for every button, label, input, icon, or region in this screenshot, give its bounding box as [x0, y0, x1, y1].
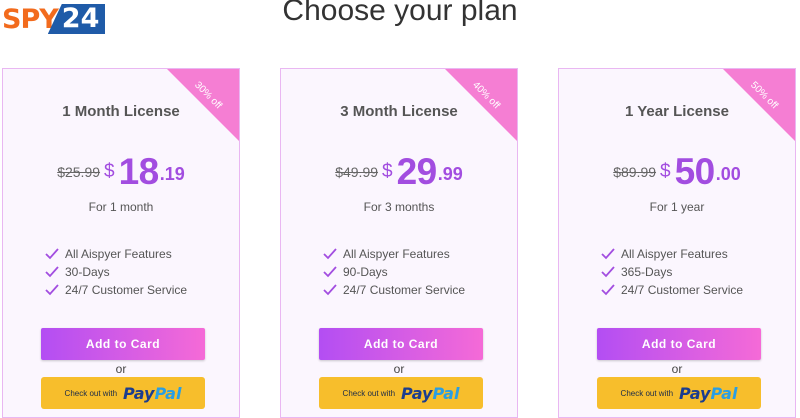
- add-to-card-button[interactable]: Add to Card: [41, 328, 205, 360]
- paypal-logo-pay: Pay: [123, 383, 155, 403]
- plan-title: 1 Month License: [62, 103, 180, 120]
- feature-label: 24/7 Customer Service: [65, 283, 188, 297]
- paypal-prefix: Check out with: [342, 388, 396, 398]
- currency-symbol: $: [104, 161, 115, 182]
- feature-label: 365-Days: [621, 265, 673, 279]
- or-separator: or: [671, 362, 683, 376]
- check-icon: [601, 248, 615, 260]
- feature-label: All Aispyer Features: [621, 247, 728, 261]
- paypal-logo-pal: Pal: [710, 383, 738, 403]
- feature-list: All Aispyer Features 30-Days 24/7 Custom…: [45, 245, 187, 299]
- check-icon: [601, 284, 615, 296]
- feature-list: All Aispyer Features 90-Days 24/7 Custom…: [323, 245, 465, 299]
- paypal-checkout-button[interactable]: Check out with PayPal: [319, 377, 483, 409]
- feature-item: 24/7 Customer Service: [601, 281, 743, 299]
- plan-period: For 3 months: [363, 200, 435, 214]
- feature-item: 365-Days: [601, 263, 743, 281]
- check-icon: [323, 248, 337, 260]
- or-separator: or: [393, 362, 405, 376]
- page-title: Choose your plan: [282, 0, 518, 27]
- feature-label: 24/7 Customer Service: [343, 283, 466, 297]
- feature-item: 30-Days: [45, 263, 187, 281]
- feature-label: All Aispyer Features: [343, 247, 450, 261]
- plan-card-3-month: 40% off 3 Month License $49.99 $29.99 For…: [280, 68, 518, 418]
- paypal-checkout-button[interactable]: Check out with PayPal: [41, 377, 205, 409]
- check-icon: [45, 284, 59, 296]
- paypal-prefix: Check out with: [64, 388, 118, 398]
- price-cents: .00: [715, 164, 741, 185]
- feature-item: All Aispyer Features: [601, 245, 743, 263]
- plan-card-1-year: 50% off 1 Year License $89.99 $50.00 For …: [558, 68, 796, 418]
- old-price: $25.99: [57, 164, 101, 180]
- feature-label: All Aispyer Features: [65, 247, 172, 261]
- price-row: $89.99 $50.00: [559, 151, 795, 193]
- price-main: 29: [396, 151, 438, 192]
- price-row: $49.99 $29.99: [281, 151, 517, 193]
- check-icon: [45, 266, 59, 278]
- plan-card-1-month: 30% off 1 Month License $25.99 $18.19 For…: [2, 68, 240, 418]
- price-row: $25.99 $18.19: [3, 151, 239, 193]
- currency-symbol: $: [660, 161, 671, 182]
- old-price: $89.99: [613, 164, 657, 180]
- currency-symbol: $: [382, 161, 393, 182]
- old-price: $49.99: [335, 164, 379, 180]
- paypal-logo-pay: Pay: [401, 383, 433, 403]
- check-icon: [601, 266, 615, 278]
- feature-item: 24/7 Customer Service: [45, 281, 187, 299]
- paypal-prefix: Check out with: [620, 388, 674, 398]
- paypal-logo: PayPal: [123, 384, 181, 403]
- price-main: 18: [118, 151, 160, 192]
- plan-period: For 1 year: [649, 200, 705, 214]
- feature-item: All Aispyer Features: [45, 245, 187, 263]
- plan-title: 3 Month License: [340, 103, 458, 120]
- or-separator: or: [115, 362, 127, 376]
- feature-item: 24/7 Customer Service: [323, 281, 465, 299]
- price-cents: .99: [437, 164, 463, 185]
- feature-label: 30-Days: [65, 265, 110, 279]
- paypal-logo-pal: Pal: [154, 383, 182, 403]
- paypal-logo: PayPal: [401, 384, 459, 403]
- add-to-card-button[interactable]: Add to Card: [597, 328, 761, 360]
- feature-item: All Aispyer Features: [323, 245, 465, 263]
- paypal-checkout-button[interactable]: Check out with PayPal: [597, 377, 761, 409]
- price-cents: .19: [159, 164, 185, 185]
- paypal-logo: PayPal: [679, 384, 737, 403]
- add-to-card-button[interactable]: Add to Card: [319, 328, 483, 360]
- paypal-logo-pal: Pal: [432, 383, 460, 403]
- check-icon: [323, 266, 337, 278]
- check-icon: [323, 284, 337, 296]
- check-icon: [45, 248, 59, 260]
- feature-label: 24/7 Customer Service: [621, 283, 744, 297]
- feature-item: 90-Days: [323, 263, 465, 281]
- plan-period: For 1 month: [88, 200, 154, 214]
- feature-label: 90-Days: [343, 265, 388, 279]
- price-main: 50: [674, 151, 716, 192]
- plan-title: 1 Year License: [625, 103, 729, 120]
- feature-list: All Aispyer Features 365-Days 24/7 Custo…: [601, 245, 743, 299]
- paypal-logo-pay: Pay: [679, 383, 711, 403]
